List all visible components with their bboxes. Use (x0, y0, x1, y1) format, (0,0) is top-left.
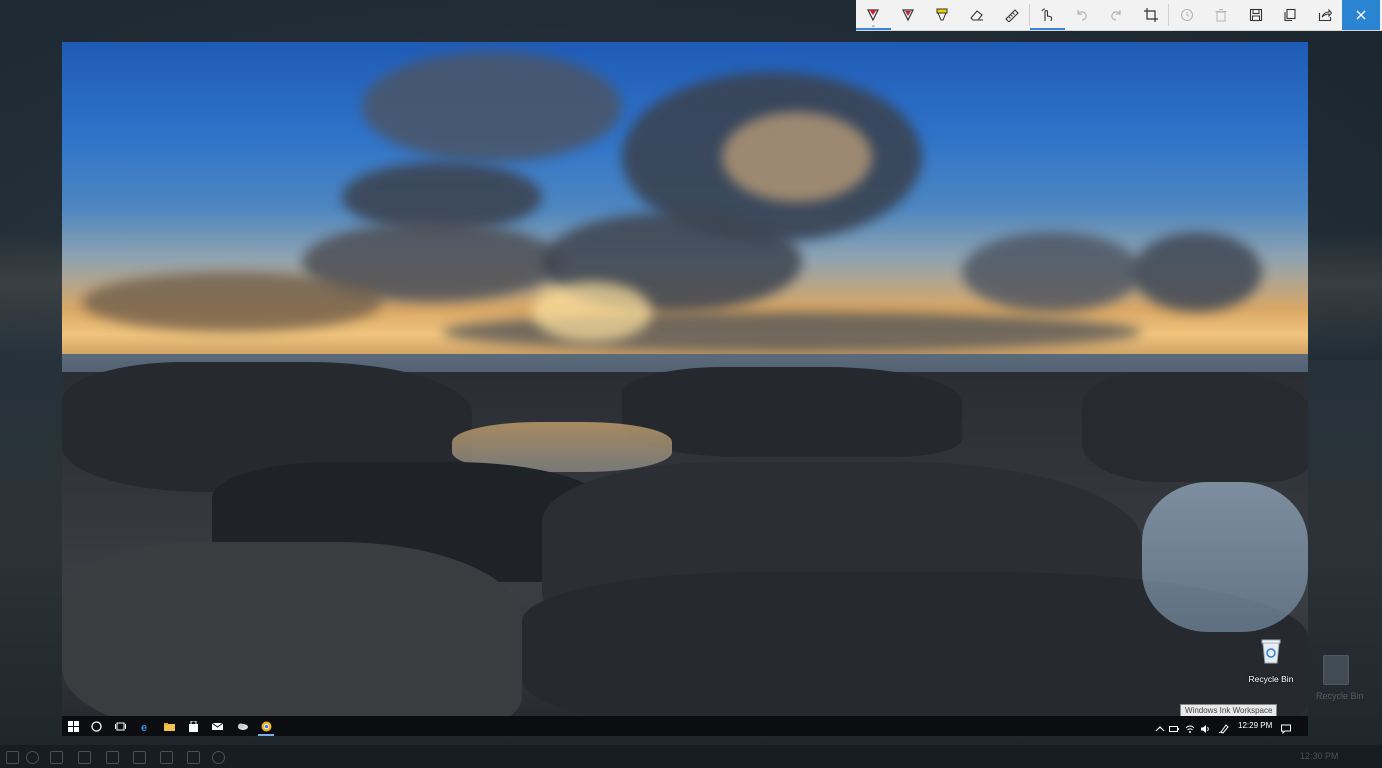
save-button[interactable] (1239, 0, 1274, 30)
touch-writing-icon (1041, 8, 1053, 22)
chrome-icon (212, 751, 225, 764)
screenshot-canvas[interactable]: Recycle Bin Windows Ink Workspace e 12:2… (62, 42, 1308, 736)
copy-icon (1284, 8, 1296, 22)
volume-icon (1201, 725, 1209, 733)
start-icon (6, 751, 19, 764)
mail-icon (211, 722, 223, 730)
mail-button[interactable] (211, 720, 223, 732)
rock (1082, 372, 1308, 482)
background-taskbar: 12:30 PM (0, 745, 1382, 768)
task-view-icon (114, 722, 126, 730)
windows-ink-workspace-button[interactable] (1218, 721, 1229, 734)
delete-button[interactable] (1204, 0, 1239, 30)
cloud (962, 232, 1142, 312)
redo-button[interactable] (1099, 0, 1134, 30)
wifi-icon (1185, 725, 1195, 733)
notification-icon (1281, 724, 1291, 735)
cloud (82, 272, 382, 332)
ballpoint-pen-icon (867, 9, 880, 22)
clear-history-button[interactable] (1169, 0, 1204, 30)
background-recycle-bin: Recycle Bin (1316, 655, 1364, 711)
store-button[interactable] (187, 720, 199, 732)
action-center-button[interactable] (1281, 721, 1291, 735)
chevron-up-icon (1155, 726, 1165, 732)
eraser-button[interactable] (960, 0, 995, 30)
touch-writing-button[interactable] (1029, 0, 1065, 30)
trash-icon (1215, 9, 1227, 22)
eraser-icon (970, 10, 984, 21)
save-icon (1249, 8, 1262, 22)
start-icon (67, 720, 79, 732)
rock (62, 542, 522, 736)
wifi-button[interactable] (1185, 721, 1195, 733)
close-button[interactable] (1342, 0, 1381, 30)
crop-icon (1144, 8, 1159, 22)
recycle-bin-label: Recycle Bin (1248, 674, 1294, 684)
ruler-button[interactable] (994, 0, 1029, 30)
recycle-bin-icon (1323, 655, 1349, 685)
taskbar-clock[interactable]: 12:29 PM (1238, 721, 1272, 730)
svg-text:e: e (141, 722, 147, 732)
redo-icon (1111, 10, 1122, 21)
close-icon (1356, 10, 1366, 20)
cortana-icon (90, 720, 102, 732)
cloud-app-icon (237, 723, 248, 730)
undo-button[interactable] (1065, 0, 1100, 30)
cloud-app-icon (187, 751, 200, 764)
ruler-icon (1004, 9, 1019, 22)
crop-button[interactable] (1134, 0, 1169, 30)
cloud (362, 52, 622, 162)
cortana-icon (26, 751, 39, 764)
share-button[interactable] (1308, 0, 1343, 30)
file-explorer-icon (163, 722, 175, 731)
edge-button[interactable]: e (139, 720, 151, 732)
file-explorer-icon (106, 751, 119, 764)
highlighter-icon (936, 8, 948, 21)
pen-ink-icon (1218, 724, 1229, 734)
chevron-down-icon: ⌄ (870, 22, 877, 29)
edge-icon (78, 751, 91, 764)
chrome-button[interactable] (258, 720, 274, 736)
battery-icon (1169, 726, 1179, 732)
edge-icon: e (141, 722, 147, 732)
taskbar: e 12:29 PM (62, 716, 1308, 736)
task-view-icon (50, 751, 63, 764)
store-icon (133, 751, 146, 764)
cloud (1132, 232, 1262, 312)
water-reflection (1142, 482, 1308, 632)
pencil-button[interactable] (891, 0, 926, 30)
battery-button[interactable] (1169, 721, 1179, 732)
background-clock: 12:30 PM (1300, 751, 1339, 761)
ink-toolbar: ⌄ (856, 0, 1382, 31)
cloud-app-button[interactable] (236, 720, 248, 732)
highlighter-button[interactable] (925, 0, 960, 30)
cloud (722, 112, 872, 202)
recycle-bin[interactable]: Recycle Bin (1246, 638, 1296, 684)
task-view-button[interactable] (114, 720, 126, 732)
recycle-bin-icon (1261, 639, 1281, 664)
store-icon (188, 720, 198, 732)
background-recycle-bin-label: Recycle Bin (1316, 691, 1364, 701)
start-button[interactable] (67, 720, 79, 732)
pencil-icon (901, 9, 914, 22)
sun-glow (532, 282, 652, 342)
chrome-icon (261, 721, 271, 731)
history-icon (1180, 8, 1193, 22)
volume-button[interactable] (1200, 721, 1210, 733)
rock (622, 367, 962, 457)
cortana-button[interactable] (90, 720, 102, 732)
file-explorer-button[interactable] (163, 720, 175, 732)
undo-icon (1077, 10, 1087, 21)
share-icon (1318, 8, 1333, 22)
ballpoint-pen-button[interactable]: ⌄ (856, 0, 891, 30)
copy-button[interactable] (1273, 0, 1308, 30)
mail-icon (160, 751, 173, 764)
show-hidden-icons-button[interactable] (1155, 721, 1165, 732)
